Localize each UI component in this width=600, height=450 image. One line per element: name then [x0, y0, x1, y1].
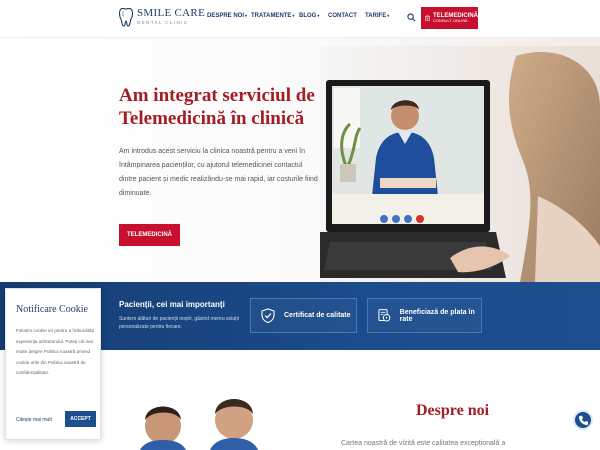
chevron-down-icon: ▾ — [317, 13, 320, 18]
telemedicine-header-button[interactable]: TELEMEDICINĂ CONSULT ONLINE — [421, 7, 478, 29]
shield-check-icon — [261, 308, 275, 323]
nav-item-contact[interactable]: CONTACT — [328, 13, 357, 19]
brand-name: SMILE CARE — [137, 7, 206, 20]
nav-label: TRATAMENTE — [251, 13, 292, 19]
nav-item-tratamente[interactable]: TRATAMENTE▾ — [251, 13, 294, 19]
phone-icon — [578, 415, 588, 425]
feature-installments: Beneficiază de plata în rate — [367, 298, 482, 333]
cookie-title: Notificare Cookie — [16, 304, 88, 315]
about-text: Cartea noastră de vizită este calitatea … — [341, 440, 506, 447]
hero-telemedicine-image — [320, 46, 600, 282]
telemedicine-cta-button[interactable]: TELEMEDICINĂ — [119, 224, 180, 246]
site-header: SMILE CARE DENTAL CLINIC DESPRE NOI▾ TRA… — [0, 0, 600, 38]
telemedicine-button-sublabel: CONSULT ONLINE — [433, 18, 468, 24]
about-title: Despre noi — [416, 402, 490, 419]
payment-icon — [378, 309, 391, 322]
cookie-notice: Notificare Cookie Folosim cookie uri pen… — [5, 288, 101, 440]
chevron-down-icon: ▾ — [245, 13, 248, 18]
phone-call-button[interactable] — [573, 410, 593, 430]
cookie-text: Folosim cookie uri pentru a îmbunătăți e… — [16, 328, 94, 375]
nav-item-despre-noi[interactable]: DESPRE NOI▾ — [207, 13, 247, 19]
medkit-icon — [425, 15, 430, 21]
chevron-down-icon: ▾ — [387, 13, 390, 18]
feature-quality-certificate: Certificat de calitate — [250, 298, 357, 333]
nav-label: TARIFE — [365, 13, 387, 19]
nav-label: BLOG — [299, 13, 317, 19]
nav-label: DESPRE NOI — [207, 13, 245, 19]
tooth-logo-icon — [118, 7, 134, 27]
brand-tagline: DENTAL CLINIC — [137, 20, 189, 26]
nav-item-tarife[interactable]: TARIFE▾ — [365, 13, 389, 19]
band-title: Pacienții, cei mai importanți — [119, 300, 225, 309]
cookie-accept-button[interactable]: ACCEPT — [65, 411, 96, 427]
chevron-down-icon: ▾ — [292, 13, 295, 18]
band-description: Suntem alături de pacienții noștri, găsi… — [119, 316, 239, 330]
search-icon[interactable] — [407, 13, 416, 22]
nav-label: CONTACT — [328, 13, 357, 19]
nav-item-blog[interactable]: BLOG▾ — [299, 13, 319, 19]
feature-label: Beneficiază de plata în rate — [399, 308, 475, 323]
hero-title: Am integrat serviciul de Telemedicină în… — [119, 85, 315, 129]
cookie-read-more-link[interactable]: Citește mai mult — [16, 417, 52, 423]
hero-description: Am introdus acest serviciu la clinica no… — [119, 148, 318, 197]
hero-section: Am integrat serviciul de Telemedicină în… — [0, 38, 600, 282]
doctors-photo — [140, 399, 258, 450]
logo[interactable]: SMILE CARE DENTAL CLINIC — [118, 6, 205, 28]
feature-label: Certificat de calitate — [284, 312, 351, 319]
